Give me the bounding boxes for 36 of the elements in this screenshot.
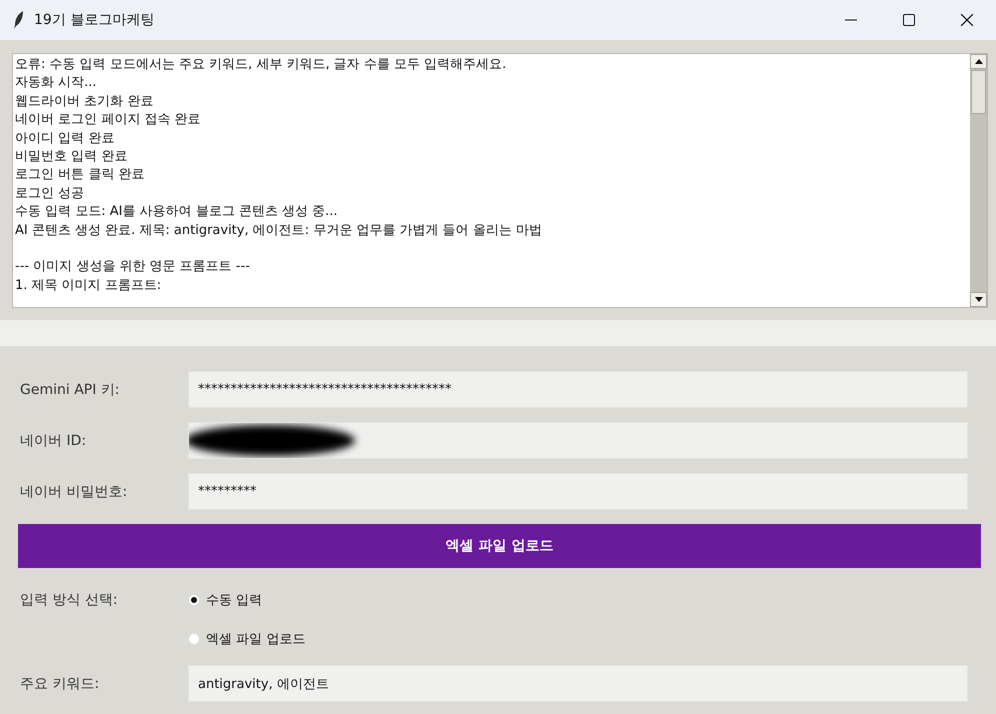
input-field[interactable]: *************************************** <box>188 371 968 408</box>
up-arrow-icon <box>974 59 982 64</box>
maximize-icon <box>903 14 915 26</box>
field-label: 네이버 ID: <box>19 432 88 450</box>
log-line: --- 이미지 생성을 위한 영문 프롬프트 --- <box>15 258 251 276</box>
scroll-up-button[interactable] <box>970 54 987 69</box>
log-line: 1. 제목 이미지 프롬프트: <box>15 276 162 295</box>
upload-button[interactable]: 엑셀 파일 업로드 <box>18 524 981 568</box>
log-line: 웹드라이버 초기화 완료 <box>15 92 154 111</box>
down-arrow-icon <box>974 297 982 302</box>
log-line: 아이디 입력 완료 <box>15 130 116 148</box>
log-line: 로그인 성공 <box>15 184 86 203</box>
radio-option[interactable]: 엑셀 파일 업로드 <box>188 630 306 648</box>
log-line: AI 콘텐츠 생성 완료. 제목: antigravity, 에이전트: 무거운 업무를 가볍게 들어 올리는 마법 <box>15 222 543 240</box>
log-line: 오류: 수동 입력 모드에서는 주요 키워드, 세부 키워드, 글자 수를 모두 입력해주세요. <box>15 56 508 74</box>
feather-icon <box>14 11 24 29</box>
log-line: 로그인 버튼 클릭 완료 <box>15 166 146 184</box>
radio-option[interactable]: 수동 입력 <box>188 591 262 609</box>
log-line: 비밀번호 입력 완료 <box>15 148 128 166</box>
close-icon <box>961 14 973 26</box>
input-field[interactable]: antigravity, 에이전트 <box>188 665 968 702</box>
log-line: 자동화 시작... <box>15 74 98 92</box>
field-label: 주요 키워드: <box>19 674 100 692</box>
input-field[interactable] <box>188 422 968 459</box>
field-label: 네이버 비밀번호: <box>19 482 128 500</box>
minimize-icon <box>845 19 857 21</box>
scrollbar-thumb[interactable] <box>971 70 986 114</box>
window-title: 19기 블로그마케팅 <box>34 11 154 29</box>
log-textbox[interactable] <box>12 53 988 308</box>
field-label: 입력 방식 선택: <box>19 591 119 609</box>
input-field[interactable]: ********* <box>188 473 968 510</box>
log-line: 네이버 로그인 페이지 접속 완료 <box>15 111 202 130</box>
field-label: Gemini API 키: <box>19 380 121 398</box>
scroll-down-button[interactable] <box>970 292 987 307</box>
log-line: 수동 입력 모드: AI를 사용하여 블로그 콘텐츠 생성 중... <box>15 203 339 222</box>
scrollbar[interactable] <box>970 54 987 307</box>
